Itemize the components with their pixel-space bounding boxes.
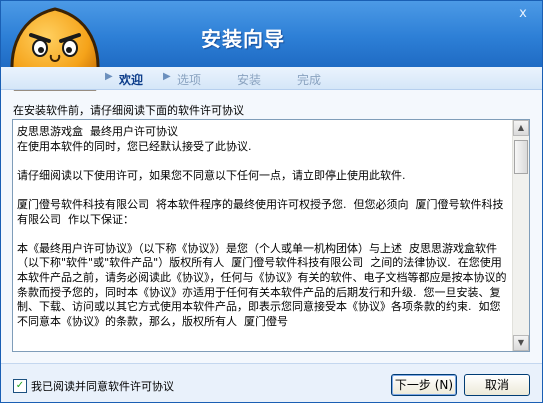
next-button[interactable]: 下一步 (N) <box>391 374 457 396</box>
wizard-steps: ▶ 欢迎 ▶ 选项 安装 完成 <box>1 67 542 90</box>
cancel-button[interactable]: 取消 <box>464 374 530 396</box>
checkbox-check-icon[interactable]: ✓ <box>13 379 27 393</box>
step-arrow-icon: ▶ <box>105 71 113 82</box>
scrollbar-thumb[interactable] <box>514 140 528 174</box>
step-finish: 完成 <box>297 73 322 87</box>
footer-bar: ✓ 我已阅读并同意软件许可协议 下一步 (N) 取消 <box>1 363 542 402</box>
agree-label[interactable]: 我已阅读并同意软件许可协议 <box>31 378 174 394</box>
step-welcome: 欢迎 <box>119 73 144 87</box>
license-content: 皮思思游戏盒 最终用户许可协议 在使用本软件的同时，您已经默认接受了此协议. 请… <box>17 125 511 347</box>
license-paragraph: 厦门僜号软件科技有限公司 将本软件程序的最终使用许可权授予您. 但您必须向 厦门… <box>17 197 504 226</box>
close-icon[interactable]: x <box>516 7 530 21</box>
installer-window: 安装向导 x ▶ 欢迎 ▶ 选项 安装 完成 在安装软件前，请仔细阅读下面的软件… <box>0 0 543 403</box>
license-paragraph: 请仔细阅读以下使用许可，如果您不同意以下任何一点，请立即停止使用此软件. <box>17 168 406 182</box>
scroll-down-icon[interactable]: ▼ <box>513 335 529 351</box>
window-title: 安装向导 <box>201 27 285 51</box>
instruction-text: 在安装软件前，请仔细阅读下面的软件许可协议 <box>13 104 244 117</box>
vertical-scrollbar[interactable]: ▲ ▼ <box>512 120 529 351</box>
step-install: 安装 <box>237 73 262 87</box>
license-paragraph: 本《最终用户许可协议》（以下称《协议》）是您（个人或单一机构团体）与上述 皮思思… <box>17 241 507 328</box>
step-options: 选项 <box>177 73 202 87</box>
agree-checkbox-row[interactable]: ✓ 我已阅读并同意软件许可协议 <box>13 378 174 394</box>
scroll-up-icon[interactable]: ▲ <box>513 120 529 136</box>
license-paragraph: 皮思思游戏盒 最终用户许可协议 在使用本软件的同时，您已经默认接受了此协议. <box>17 125 252 153</box>
license-textarea[interactable]: 皮思思游戏盒 最终用户许可协议 在使用本软件的同时，您已经默认接受了此协议. 请… <box>12 119 530 352</box>
step-arrow-icon: ▶ <box>163 71 171 82</box>
